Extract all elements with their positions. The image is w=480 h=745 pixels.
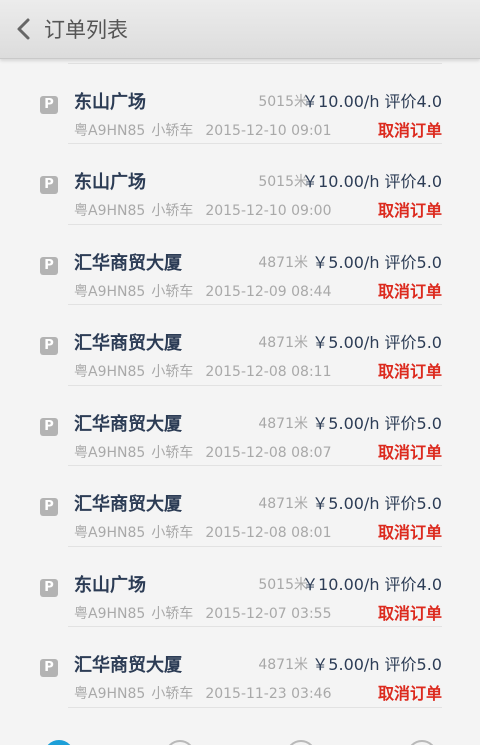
parking-icon: P — [40, 578, 58, 597]
parking-icon: P — [40, 498, 58, 516]
distance: 4871米 — [258, 335, 308, 351]
page-title: 订单列表 — [44, 18, 128, 42]
distance: 4871米 — [258, 254, 308, 271]
order-row[interactable]: P 汇华商贸大厦 4871米 ￥5.00/h 评价5.0 粤A9HN85 小轿车 2… — [0, 466, 480, 547]
order-details: 粤A9HN85 小轿车 2015-12-08 08:07 — [74, 442, 331, 462]
distance: 5015米 — [258, 174, 308, 190]
order-row[interactable]: P 汇华商贸大厦 4871米 ￥5.00/h 评价5.0 粤A9HN85 小轿车 2… — [0, 627, 480, 708]
order-details: 粤A9HN85 小轿车 2015-12-07 03:55 — [74, 603, 331, 623]
order-time: 2015-11-23 03:46 — [205, 686, 332, 702]
parking-icon: P — [40, 256, 58, 275]
price-rating: ￥10.00/h 评价4.0 — [302, 574, 442, 594]
order-details: 粤A9HN85 小轿车 2015-12-09 08:44 — [74, 281, 331, 301]
license-plate: 粤A9HN85 — [74, 364, 146, 380]
parking-icon: P — [40, 176, 58, 194]
distance: 5015米 — [258, 576, 308, 593]
license-plate: 粤A9HN85 — [74, 444, 146, 461]
distance: 5015米 — [258, 93, 308, 110]
car-type: 小轿车 — [151, 444, 194, 461]
distance: 4871米 — [258, 415, 308, 432]
parking-icon: P — [40, 659, 58, 677]
distance: 4871米 — [258, 657, 308, 673]
top-bar: 订单列表 — [0, 0, 480, 59]
tab-icon[interactable] — [407, 740, 437, 745]
order-time: 2015-12-08 08:11 — [205, 364, 332, 380]
price-rating: ￥10.00/h 评价4.0 — [302, 172, 442, 191]
order-row[interactable]: P 东山广场 5015米 ￥10.00/h 评价4.0 粤A9HN85 小轿车 20… — [0, 144, 480, 225]
tab-icon[interactable] — [286, 740, 316, 745]
parking-lot-name: 汇华商贸大厦 — [74, 413, 182, 435]
order-time: 2015-12-07 03:55 — [205, 605, 332, 622]
order-row[interactable]: P 东山广场 5015米 ￥10.00/h 评价4.0 粤A9HN85 小轿车 20… — [0, 547, 480, 628]
parking-lot-name: 汇华商贸大厦 — [74, 494, 182, 515]
cancel-order-button[interactable]: 取消订单 — [378, 600, 442, 624]
license-plate: 粤A9HN85 — [74, 283, 146, 300]
price-rating: ￥5.00/h 评价5.0 — [312, 333, 442, 352]
parking-icon: P — [40, 95, 58, 114]
tab-icon[interactable] — [165, 740, 195, 745]
license-plate: 粤A9HN85 — [74, 122, 146, 139]
license-plate: 粤A9HN85 — [74, 203, 146, 219]
price-rating: ￥10.00/h 评价4.0 — [302, 91, 442, 111]
order-details: 粤A9HN85 小轿车 2015-12-08 08:01 — [74, 522, 331, 542]
order-details: 粤A9HN85 小轿车 2015-12-10 09:00 — [74, 200, 331, 220]
parking-lot-name: 汇华商贸大厦 — [74, 333, 182, 354]
car-type: 小轿车 — [151, 605, 194, 622]
order-row[interactable]: P 汇华商贸大厦 4871米 ￥5.00/h 评价5.0 粤A9HN85 小轿车 2… — [0, 386, 480, 467]
license-plate: 粤A9HN85 — [74, 686, 146, 702]
price-rating: ￥5.00/h 评价5.0 — [312, 655, 442, 674]
parking-icon: P — [40, 337, 58, 355]
order-row[interactable]: P 东山广场 5015米 ￥10.00/h 评价4.0 粤A9HN85 小轿车 20… — [0, 64, 480, 145]
parking-lot-name: 东山广场 — [74, 91, 146, 113]
bottom-tab-bar — [0, 737, 480, 745]
parking-lot-name: 汇华商贸大厦 — [74, 252, 182, 274]
car-type: 小轿车 — [151, 686, 194, 702]
parking-lot-name: 东山广场 — [74, 574, 146, 596]
car-type: 小轿车 — [151, 525, 194, 541]
car-type: 小轿车 — [151, 364, 194, 380]
order-details: 粤A9HN85 小轿车 2015-12-08 08:11 — [74, 361, 331, 381]
order-row[interactable]: P 汇华商贸大厦 4871米 ￥5.00/h 评价5.0 粤A9HN85 小轿车 2… — [0, 225, 480, 306]
distance: 4871米 — [258, 496, 308, 512]
order-details: 粤A9HN85 小轿车 2015-11-23 03:46 — [74, 683, 331, 703]
license-plate: 粤A9HN85 — [74, 605, 146, 622]
order-time: 2015-12-10 09:01 — [205, 122, 332, 139]
order-time: 2015-12-08 08:01 — [205, 525, 332, 541]
order-time: 2015-12-10 09:00 — [205, 203, 332, 219]
order-list: P 粤A9HN85小轿车2015-12-10 09:05 取消订单 P 东山广场… — [0, 0, 480, 708]
tab-icon[interactable] — [44, 740, 74, 745]
price-rating: ￥5.00/h 评价5.0 — [312, 494, 442, 513]
cancel-order-button[interactable]: 取消订单 — [378, 358, 442, 382]
cancel-order-button[interactable]: 取消订单 — [378, 117, 442, 141]
car-type: 小轿车 — [151, 203, 194, 219]
car-type: 小轿车 — [151, 122, 194, 139]
back-button[interactable]: 订单列表 — [8, 8, 158, 50]
order-time: 2015-12-09 08:44 — [205, 283, 332, 300]
cancel-order-button[interactable]: 取消订单 — [378, 197, 442, 221]
cancel-order-button[interactable]: 取消订单 — [378, 519, 442, 543]
order-time: 2015-12-08 08:07 — [205, 444, 332, 461]
cancel-order-button[interactable]: 取消订单 — [378, 439, 442, 463]
car-type: 小轿车 — [151, 283, 194, 300]
price-rating: ￥5.00/h 评价5.0 — [312, 252, 442, 272]
chevron-left-icon — [17, 18, 30, 40]
parking-icon: P — [40, 417, 58, 436]
parking-lot-name: 汇华商贸大厦 — [74, 655, 182, 676]
order-row[interactable]: P 汇华商贸大厦 4871米 ￥5.00/h 评价5.0 粤A9HN85 小轿车 2… — [0, 305, 480, 386]
order-details: 粤A9HN85 小轿车 2015-12-10 09:01 — [74, 120, 331, 140]
license-plate: 粤A9HN85 — [74, 525, 146, 541]
parking-lot-name: 东山广场 — [74, 172, 146, 193]
cancel-order-button[interactable]: 取消订单 — [378, 278, 442, 302]
price-rating: ￥5.00/h 评价5.0 — [312, 413, 442, 433]
cancel-order-button[interactable]: 取消订单 — [378, 680, 442, 704]
